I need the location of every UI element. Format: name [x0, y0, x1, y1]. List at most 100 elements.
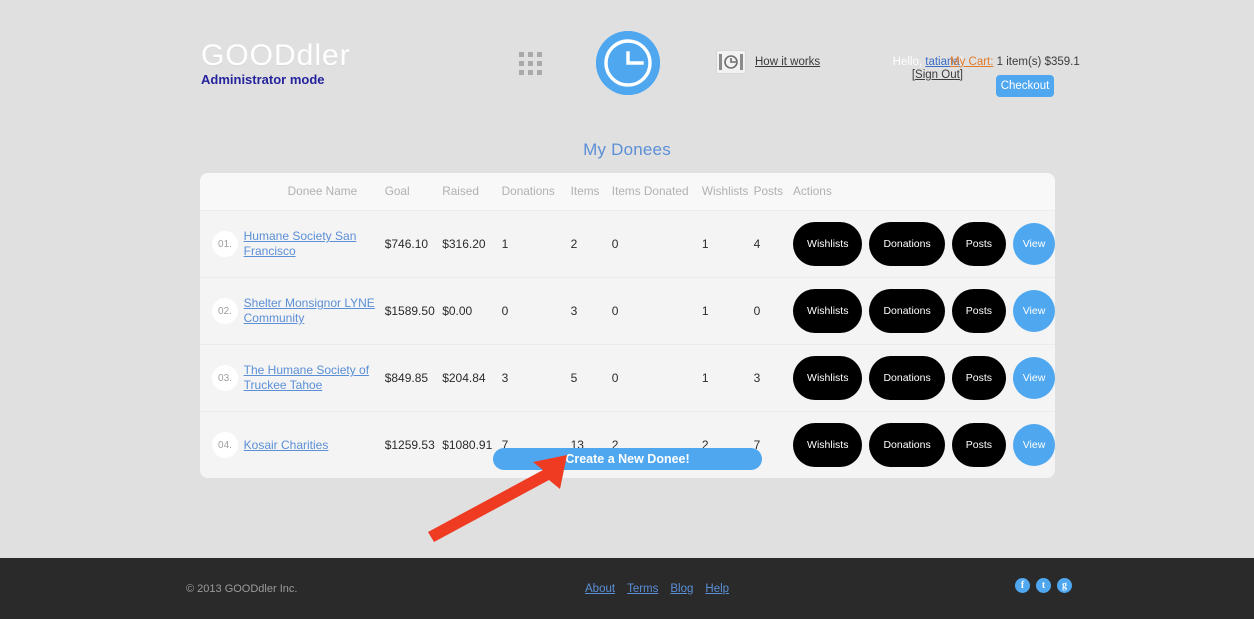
wishlists-button[interactable]: Wishlists: [793, 222, 863, 266]
items-donated-cell: 0: [611, 277, 702, 345]
page-header: GOODdler Administrator mode How it works…: [0, 0, 1254, 118]
view-button[interactable]: View: [1013, 223, 1055, 265]
gooddler-logo-icon[interactable]: [596, 31, 660, 95]
actions-cell: Wishlists Donations Posts View: [793, 344, 1055, 412]
brand-logo[interactable]: GOODdler Administrator mode: [201, 41, 351, 87]
row-index-cell: 04.: [200, 412, 244, 479]
wishlists-button[interactable]: Wishlists: [793, 356, 863, 400]
footer-link-about[interactable]: About: [585, 583, 615, 595]
apps-grid-icon[interactable]: [519, 52, 542, 75]
row-number-badge: 01.: [212, 231, 238, 257]
row-number-badge: 04.: [212, 432, 238, 458]
donations-cell: 3: [501, 344, 571, 412]
donations-button[interactable]: Donations: [869, 423, 945, 467]
create-new-donee-button[interactable]: Create a New Donee!: [493, 448, 762, 470]
view-button[interactable]: View: [1013, 424, 1055, 466]
posts-button[interactable]: Posts: [951, 356, 1006, 400]
row-actions: Wishlists Donations Posts View: [793, 423, 1055, 467]
grid-dot: [519, 70, 524, 75]
view-button[interactable]: View: [1013, 290, 1055, 332]
administrator-mode-label: Administrator mode: [201, 72, 325, 87]
column-header-raised: Raised: [442, 173, 502, 211]
table-header: Donee Name Goal Raised Donations Items I…: [200, 173, 1055, 211]
donee-name-link[interactable]: Kosair Charities: [244, 438, 329, 453]
donees-table-panel: Donee Name Goal Raised Donations Items I…: [200, 173, 1055, 478]
grid-dot: [519, 52, 524, 57]
greeting-line: Hello, tatiana!: [843, 56, 963, 68]
raised-cell: $1080.91: [442, 438, 493, 452]
row-index-cell: 03.: [200, 344, 244, 412]
table-row: 01. Humane Society San Francisco $746.10 $3…: [200, 210, 1055, 278]
footer-link-blog[interactable]: Blog: [670, 583, 693, 595]
view-button[interactable]: View: [1013, 357, 1055, 399]
donee-name-link[interactable]: Humane Society San Francisco: [244, 229, 384, 259]
donee-name-cell: Kosair Charities: [244, 412, 385, 479]
actions-cell: Wishlists Donations Posts View: [793, 277, 1055, 345]
donee-name-cell: Humane Society San Francisco: [243, 210, 385, 278]
items-cell: 2: [570, 210, 612, 278]
column-header-items: Items: [570, 173, 612, 211]
posts-cell: 0: [753, 277, 794, 345]
checkout-button[interactable]: Checkout: [996, 75, 1054, 97]
posts-button[interactable]: Posts: [951, 222, 1006, 266]
donee-name-cell: The Humane Society of Truckee Tahoe: [243, 344, 385, 412]
raised-cell: $316.20: [442, 210, 502, 278]
column-header-goal: Goal: [384, 173, 443, 211]
goal-cell: $1259.53: [384, 438, 435, 452]
posts-button[interactable]: Posts: [951, 423, 1006, 467]
footer-link-terms[interactable]: Terms: [627, 583, 658, 595]
grid-dot: [528, 70, 533, 75]
goal-cell: $746.10: [384, 210, 443, 278]
donee-name-link[interactable]: Shelter Monsignor LYNE Community: [244, 296, 384, 326]
wishlists-cell: 1: [701, 344, 754, 412]
how-it-works[interactable]: How it works: [716, 50, 820, 74]
table-header-row: Donee Name Goal Raised Donations Items I…: [200, 173, 1055, 211]
posts-cell: 7: [753, 438, 761, 452]
actions-cell: Wishlists Donations Posts View: [793, 412, 1055, 479]
facebook-icon[interactable]: f: [1015, 578, 1030, 593]
donations-cell: 1: [501, 210, 571, 278]
grid-dot: [537, 61, 542, 66]
row-actions: Wishlists Donations Posts View: [793, 289, 1055, 333]
wishlists-button[interactable]: Wishlists: [793, 423, 863, 467]
items-donated-cell: 0: [611, 210, 702, 278]
column-header-donee-name: Donee Name: [243, 173, 385, 211]
grid-dot: [537, 70, 542, 75]
row-index-cell: 02.: [200, 277, 244, 345]
sign-out-link[interactable]: [Sign Out]: [843, 69, 963, 81]
items-cell: 5: [570, 344, 612, 412]
table-row: 03. The Humane Society of Truckee Tahoe $8…: [200, 344, 1055, 412]
footer-link-help[interactable]: Help: [705, 583, 729, 595]
cart-area: My Cart: 1 item(s) $359.1 Checkout: [950, 56, 1080, 97]
goal-cell: $849.85: [384, 344, 443, 412]
video-frame-icon: [716, 50, 746, 74]
donations-button[interactable]: Donations: [869, 356, 945, 400]
items-cell: 3: [570, 277, 612, 345]
row-number-badge: 03.: [212, 365, 238, 391]
grid-dot: [528, 61, 533, 66]
user-account-area: Hello, tatiana! [Sign Out]: [843, 56, 963, 81]
donee-name-link[interactable]: The Humane Society of Truckee Tahoe: [244, 363, 384, 393]
wishlists-button[interactable]: Wishlists: [793, 289, 863, 333]
posts-button[interactable]: Posts: [951, 289, 1006, 333]
my-cart-link[interactable]: My Cart:: [950, 56, 993, 68]
donations-button[interactable]: Donations: [869, 289, 945, 333]
donee-name-cell: Shelter Monsignor LYNE Community: [243, 277, 385, 345]
items-donated-cell: 0: [611, 344, 702, 412]
table-body: 01. Humane Society San Francisco $746.10 $3…: [200, 210, 1055, 479]
donations-button[interactable]: Donations: [869, 222, 945, 266]
how-it-works-label: How it works: [755, 56, 821, 68]
social-links: f t g: [1015, 578, 1072, 593]
column-header-posts: Posts: [753, 173, 794, 211]
twitter-icon[interactable]: t: [1036, 578, 1051, 593]
column-header-index: [200, 173, 244, 211]
row-actions: Wishlists Donations Posts View: [793, 356, 1055, 400]
brand-name: GOODdler: [201, 39, 351, 72]
column-header-wishlists: Wishlists: [701, 173, 754, 211]
posts-cell: 3: [753, 344, 794, 412]
row-index-cell: 01.: [200, 210, 244, 278]
google-plus-icon[interactable]: g: [1057, 578, 1072, 593]
table-row: 02. Shelter Monsignor LYNE Community $1589…: [200, 277, 1055, 345]
row-number-badge: 02.: [212, 298, 238, 324]
column-header-actions: Actions: [793, 173, 1055, 211]
